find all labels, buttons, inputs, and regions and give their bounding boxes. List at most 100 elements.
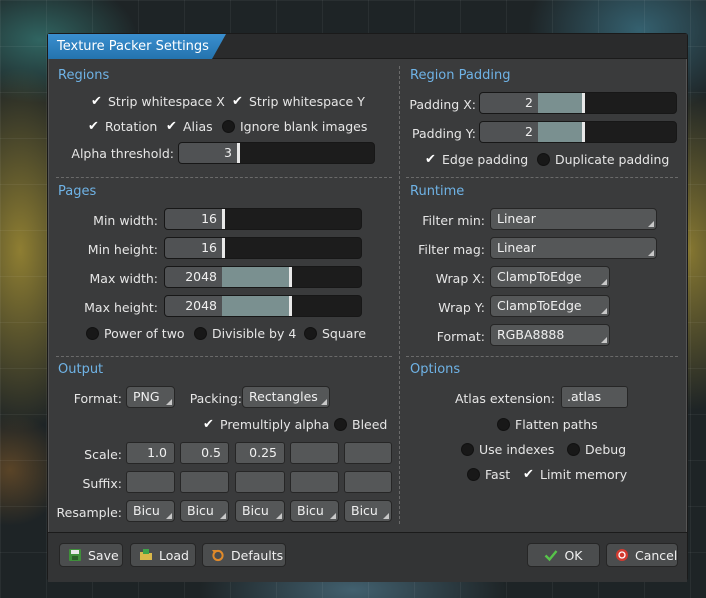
options-title: Options: [410, 362, 461, 377]
check-icon: ✔: [232, 94, 243, 109]
alias-label: Alias: [183, 119, 213, 134]
slider-handle[interactable]: [289, 296, 292, 316]
atlas-extension-input[interactable]: .atlas: [561, 386, 628, 408]
min-height-label: Min height:: [87, 242, 158, 257]
strip-whitespace-y-checkbox[interactable]: ✔ Strip whitespace Y: [231, 94, 365, 109]
regions-title: Regions: [58, 68, 110, 83]
rotation-checkbox[interactable]: ✔ Rotation: [87, 119, 157, 134]
debug-label: Debug: [585, 442, 627, 457]
slider-handle[interactable]: [237, 143, 240, 163]
wrap-y-value: ClampToEdge: [497, 298, 582, 313]
title-bar[interactable]: Texture Packer Settings: [48, 34, 687, 59]
ok-label: OK: [564, 547, 583, 563]
wrap-y-select[interactable]: ClampToEdge: [490, 295, 610, 317]
suffix-field-5[interactable]: [344, 471, 392, 493]
slider-handle[interactable]: [289, 267, 292, 287]
resample-select-5[interactable]: Bicu: [344, 500, 392, 522]
dropdown-corner-icon: [648, 250, 654, 256]
unchecked-box-icon: [194, 327, 207, 340]
min-height-slider[interactable]: 16: [164, 237, 362, 259]
filter-min-select[interactable]: Linear: [490, 208, 657, 230]
column-divider: [399, 66, 400, 524]
divider-runtime: [406, 356, 678, 357]
resample-value: Bicu: [187, 503, 214, 518]
max-height-slider[interactable]: 2048: [164, 295, 362, 317]
ignore-blank-images-label: Ignore blank images: [240, 119, 368, 134]
scale-field-4[interactable]: [290, 442, 339, 464]
scale-field-5[interactable]: [344, 442, 392, 464]
min-width-value: 16: [165, 209, 222, 229]
packing-select[interactable]: Rectangles: [242, 386, 330, 408]
scale-field-1[interactable]: 1.0: [126, 442, 175, 464]
flatten-paths-checkbox[interactable]: Flatten paths: [497, 417, 598, 432]
strip-whitespace-x-checkbox[interactable]: ✔ Strip whitespace X: [90, 94, 225, 109]
wrap-x-select[interactable]: ClampToEdge: [490, 266, 610, 288]
atlas-extension-label: Atlas extension:: [455, 391, 555, 406]
debug-checkbox[interactable]: Debug: [567, 442, 626, 457]
resample-select-2[interactable]: Bicu: [180, 500, 229, 522]
limit-memory-checkbox[interactable]: ✔ Limit memory: [522, 467, 627, 482]
wrap-y-label: Wrap Y:: [438, 300, 485, 315]
divisible-by-4-checkbox[interactable]: Divisible by 4: [194, 326, 296, 341]
resample-select-3[interactable]: Bicu: [235, 500, 285, 522]
min-height-value: 16: [165, 238, 222, 258]
padding-y-slider[interactable]: 2: [479, 121, 677, 143]
ok-button[interactable]: OK: [527, 543, 600, 567]
unchecked-box-icon: [222, 120, 235, 133]
dropdown-corner-icon: [166, 513, 172, 519]
packing-label: Packing:: [189, 391, 242, 406]
load-folder-icon: [139, 548, 153, 562]
scale-field-3[interactable]: 0.25: [235, 442, 285, 464]
cancel-button[interactable]: Cancel: [606, 543, 678, 567]
check-icon: ✔: [523, 467, 534, 482]
rotation-label: Rotation: [105, 119, 158, 134]
padding-x-label: Padding X:: [409, 97, 476, 112]
slider-fill: [222, 267, 289, 287]
format-select[interactable]: RGBA8888: [490, 324, 610, 346]
premultiply-alpha-checkbox[interactable]: ✔ Premultiply alpha: [202, 417, 329, 432]
duplicate-padding-checkbox[interactable]: Duplicate padding: [537, 152, 669, 167]
slider-handle[interactable]: [582, 122, 585, 142]
load-button[interactable]: Load: [130, 543, 196, 567]
button-bar: Save Load Defaults OK Cancel: [48, 532, 687, 582]
suffix-field-1[interactable]: [126, 471, 175, 493]
dropdown-corner-icon: [601, 337, 607, 343]
save-button[interactable]: Save: [59, 543, 123, 567]
resample-label: Resample:: [56, 505, 122, 520]
output-title: Output: [58, 362, 104, 377]
padding-x-slider[interactable]: 2: [479, 92, 677, 114]
bleed-label: Bleed: [352, 417, 388, 432]
resample-select-4[interactable]: Bicu: [290, 500, 339, 522]
output-format-select[interactable]: PNG: [126, 386, 175, 408]
divider-pages: [56, 356, 392, 357]
save-label: Save: [88, 547, 119, 563]
unchecked-box-icon: [304, 327, 317, 340]
slider-fill: [538, 122, 582, 142]
bleed-checkbox[interactable]: Bleed: [334, 417, 387, 432]
slider-handle[interactable]: [582, 93, 585, 113]
edge-padding-checkbox[interactable]: ✔ Edge padding: [424, 152, 528, 167]
square-checkbox[interactable]: Square: [304, 326, 366, 341]
fast-checkbox[interactable]: Fast: [467, 467, 510, 482]
suffix-field-2[interactable]: [180, 471, 229, 493]
unchecked-box-icon: [334, 418, 347, 431]
alpha-threshold-slider[interactable]: 3: [178, 142, 375, 164]
defaults-button[interactable]: Defaults: [202, 543, 286, 567]
pages-title: Pages: [58, 184, 97, 199]
max-width-slider[interactable]: 2048: [164, 266, 362, 288]
scale-field-2[interactable]: 0.5: [180, 442, 229, 464]
resample-select-1[interactable]: Bicu: [126, 500, 175, 522]
dropdown-corner-icon: [166, 399, 172, 405]
slider-fill: [222, 296, 289, 316]
min-width-slider[interactable]: 16: [164, 208, 362, 230]
power-of-two-checkbox[interactable]: Power of two: [86, 326, 185, 341]
use-indexes-checkbox[interactable]: Use indexes: [461, 442, 554, 457]
check-icon: ✔: [166, 119, 177, 134]
filter-mag-select[interactable]: Linear: [490, 237, 657, 259]
alias-checkbox[interactable]: ✔ Alias: [165, 119, 213, 134]
slider-handle[interactable]: [222, 238, 225, 258]
ignore-blank-images-checkbox[interactable]: Ignore blank images: [222, 119, 367, 134]
suffix-field-3[interactable]: [235, 471, 285, 493]
suffix-field-4[interactable]: [290, 471, 339, 493]
slider-handle[interactable]: [222, 209, 225, 229]
